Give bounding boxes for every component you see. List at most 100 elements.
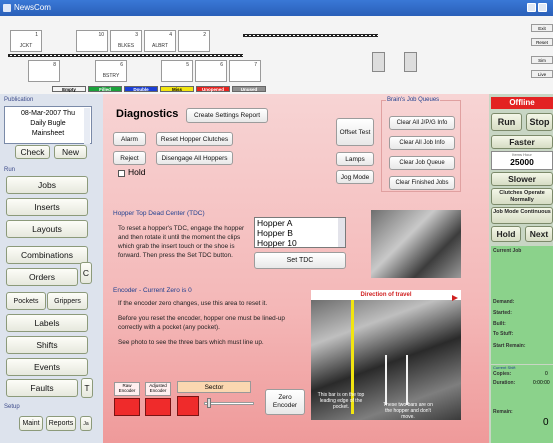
faster-button[interactable]: Faster (491, 135, 553, 149)
reset-button[interactable]: Reset (531, 38, 553, 46)
remain-label: Remain: (493, 409, 513, 415)
hopper-list-item[interactable]: Hopper B (257, 228, 345, 238)
check-button[interactable]: Check (15, 145, 50, 159)
reject-button[interactable]: Reject (113, 151, 146, 165)
clear-job-info-button[interactable]: Clear All Job Info (389, 136, 455, 150)
publication-date: 08-Mar-2007 Thu (21, 110, 75, 117)
maximize-button[interactable] (538, 3, 547, 12)
slower-button[interactable]: Slower (491, 172, 553, 186)
stop-button[interactable]: Stop (526, 113, 553, 131)
clear-job-queue-button[interactable]: Clear Job Queue (389, 156, 455, 170)
slot-number: 6 (220, 62, 223, 68)
labels-button[interactable]: Labels (6, 314, 88, 332)
set-tdc-button[interactable]: Set TDC (254, 252, 346, 269)
slot-label: JCKT (19, 43, 33, 49)
pocket-slot[interactable]: 7 (229, 60, 261, 82)
lamps-button[interactable]: Lamps (336, 152, 374, 166)
job-mode-button[interactable]: Job Mode Continuous (491, 207, 553, 224)
shifts-button[interactable]: Shifts (6, 336, 88, 354)
slot-number: 8 (53, 62, 56, 68)
sim-button[interactable]: Sim (531, 56, 553, 64)
sector-slider[interactable] (204, 402, 254, 405)
encoder-text-1: If the encoder zero changes, use this ar… (118, 300, 268, 307)
speed-value: 25000 (510, 157, 534, 167)
pocket-slot[interactable]: 8 (28, 60, 60, 82)
legend-label: Filled (99, 87, 111, 92)
hopper-list-item[interactable]: Hopper A (257, 218, 345, 228)
pocket-slot[interactable]: 4 ALBRT (144, 30, 176, 52)
legend-label: Unused (240, 87, 258, 92)
exit-button[interactable]: Exit (531, 24, 553, 32)
clear-jpg-info-button[interactable]: Clear All J/P/G Info (389, 116, 455, 130)
pockets-button[interactable]: Pockets (6, 292, 46, 310)
sector-slider-thumb[interactable] (207, 398, 211, 408)
run-label: Run (4, 167, 16, 173)
alarm-button[interactable]: Alarm (113, 132, 146, 146)
pocket-slot[interactable]: 2 (178, 30, 210, 52)
app-icon (3, 4, 11, 12)
offset-test-button[interactable]: Offset Test (336, 118, 374, 146)
hold-checkbox[interactable] (118, 170, 125, 177)
alignment-bar (406, 355, 408, 405)
scroll-arrow-icon[interactable] (84, 108, 90, 144)
faults-side-button[interactable]: T (81, 378, 93, 398)
next-button[interactable]: Next (525, 226, 553, 242)
raw-encoder-label: Raw Encoder (114, 382, 140, 396)
jobs-button[interactable]: Jobs (6, 176, 88, 194)
layouts-button[interactable]: Layouts (6, 220, 88, 238)
pocket-slot[interactable]: 1 JCKT (10, 30, 42, 52)
events-button[interactable]: Events (6, 358, 88, 376)
photo-note-hopper-bars: These two bars are on the hopper and don… (383, 402, 433, 420)
duration-value: 0:00:00 (533, 380, 550, 386)
faults-button[interactable]: Faults (6, 379, 78, 397)
orders-side-button[interactable]: C (80, 262, 92, 284)
clutches-mode-button[interactable]: Clutches Operate Normally (491, 188, 553, 205)
jog-mode-button[interactable]: Jog Mode (336, 170, 374, 184)
minimize-button[interactable] (527, 3, 536, 12)
legend-unused: Unused (232, 86, 266, 92)
disengage-all-hoppers-button[interactable]: Disengage All Hoppers (156, 151, 233, 165)
publication-section: Mainsheet (31, 130, 65, 137)
pocket-slot[interactable]: 10 (76, 30, 108, 52)
hopper-icon[interactable] (372, 52, 385, 72)
current-shift-label: Current Shift (493, 365, 516, 370)
publication-selector[interactable]: 08-Mar-2007 Thu Daily Bugle Mainsheet (4, 106, 92, 144)
slot-number: 3 (135, 32, 138, 38)
combinations-button[interactable]: Combinations (6, 246, 88, 264)
raw-encoder-value (114, 398, 140, 416)
slot-label: BSTRY (102, 73, 120, 79)
pocket-slot[interactable]: 6 (195, 60, 227, 82)
legend-empty: Empty (52, 86, 86, 92)
hopper-list-scrollbar[interactable] (338, 218, 345, 247)
orders-button[interactable]: Orders (6, 268, 78, 286)
slot-number: 4 (169, 32, 172, 38)
pocket-slot[interactable]: 3 BLKES (110, 30, 142, 52)
hopper-list-item[interactable]: Hopper 10 (257, 238, 345, 248)
duration-label: Duration: (493, 380, 516, 386)
machine-overview: 1 JCKT 10 3 BLKES 4 ALBRT 2 8 6 BSTRY 5 … (0, 16, 553, 94)
reset-hopper-clutches-button[interactable]: Reset Hopper Clutches (156, 132, 233, 146)
more-button[interactable]: Ja (80, 416, 92, 431)
slot-label: BLKES (117, 43, 135, 49)
clear-finished-jobs-button[interactable]: Clear Finished Jobs (389, 176, 455, 190)
pocket-slot[interactable]: 6 BSTRY (95, 60, 127, 82)
hopper-icon[interactable] (404, 52, 417, 72)
zero-encoder-button[interactable]: Zero Encoder (265, 389, 305, 415)
hopper-list[interactable]: Hopper A Hopper B Hopper 10 (254, 217, 346, 248)
grippers-button[interactable]: Grippers (47, 292, 88, 310)
new-button[interactable]: New (54, 145, 87, 159)
maint-button[interactable]: Maint (19, 416, 43, 431)
tdc-section-header: Hopper Top Dead Center (TDC) (113, 210, 205, 217)
create-settings-report-button[interactable]: Create Settings Report (186, 108, 268, 123)
run-button[interactable]: Run (491, 113, 522, 131)
hold-button[interactable]: Hold (491, 226, 521, 242)
page-title: Diagnostics (116, 108, 179, 120)
reports-button[interactable]: Reports (46, 416, 76, 431)
live-button[interactable]: Live (531, 70, 553, 78)
conveyor-chain (243, 34, 378, 37)
inserts-button[interactable]: Inserts (6, 198, 88, 216)
hopper-photo (371, 210, 461, 278)
slot-number: 10 (98, 32, 104, 38)
pocket-slot[interactable]: 5 (161, 60, 193, 82)
copies-label: Copies: (493, 371, 512, 377)
